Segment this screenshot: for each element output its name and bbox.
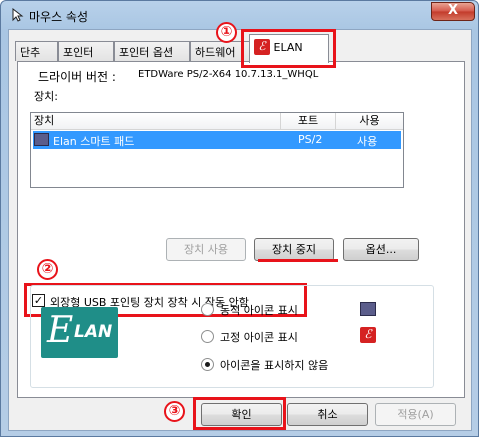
- tab-buttons[interactable]: 단추: [15, 41, 58, 61]
- marker-3: ③: [164, 401, 185, 422]
- mouse-monitor-icon: [360, 302, 376, 316]
- disable-device-button[interactable]: 장치 중지: [254, 238, 334, 261]
- marker-1: ①: [216, 22, 237, 43]
- cancel-button[interactable]: 취소: [287, 403, 368, 426]
- highlight-elan-tab: [241, 29, 336, 68]
- mouse-properties-window: 마우스 속성 X 단추 포인터 포인터 옵션 하드웨어 ℰ ELAN ① 드라이…: [0, 0, 479, 437]
- radio-dynamic-icon[interactable]: [201, 303, 214, 316]
- elan-icon: ℰ: [360, 327, 376, 343]
- mouse-pointer-icon: [12, 8, 24, 22]
- device-name: Elan 스마트 패드: [53, 135, 135, 148]
- radio-static-icon[interactable]: [201, 330, 214, 343]
- device-list-header: 장치 포트 사용: [31, 113, 403, 130]
- device-row[interactable]: Elan 스마트 패드 PS/2 사용: [33, 131, 401, 149]
- column-port[interactable]: 포트: [281, 113, 336, 130]
- options-button[interactable]: 옵션...: [343, 238, 419, 261]
- tab-pointer[interactable]: 포인터: [58, 41, 114, 61]
- tab-pointer-options[interactable]: 포인터 옵션: [114, 41, 190, 61]
- dynamic-icon-label: 동적 아이콘 표시: [220, 304, 298, 317]
- elan-logo-text: LAN: [74, 322, 113, 342]
- column-device[interactable]: 장치: [31, 113, 281, 130]
- close-button[interactable]: X: [431, 2, 475, 21]
- title-bar[interactable]: 마우스 속성 X: [1, 1, 478, 29]
- column-enabled[interactable]: 사용: [336, 113, 403, 130]
- static-icon-label: 고정 아이콘 표시: [220, 331, 298, 344]
- enable-device-button[interactable]: 장치 사용: [166, 238, 246, 261]
- device-port: PS/2: [298, 133, 323, 146]
- no-icon-label: 아이콘을 표시하지 않음: [220, 359, 329, 372]
- elan-logo: E LAN: [41, 307, 118, 358]
- marker-2: ②: [37, 259, 58, 280]
- devices-label: 장치:: [34, 90, 58, 103]
- device-enabled: 사용: [357, 135, 378, 148]
- driver-version-label: 드라이버 버전 :: [38, 70, 116, 84]
- highlight-ok-button: [193, 397, 286, 430]
- device-list[interactable]: 장치 포트 사용 Elan 스마트 패드 PS/2 사용: [30, 112, 404, 188]
- apply-button[interactable]: 적용(A): [375, 403, 456, 426]
- underline-disable-button: [258, 259, 338, 262]
- elan-logo-e: E: [47, 310, 74, 351]
- dialog-client: 단추 포인터 포인터 옵션 하드웨어 ℰ ELAN ① 드라이버 버전 : ET…: [8, 22, 472, 431]
- radio-no-icon[interactable]: [201, 358, 214, 371]
- window-title: 마우스 속성: [29, 10, 89, 24]
- touchpad-icon: [34, 133, 49, 146]
- driver-version-value: ETDWare PS/2-X64 10.7.13.1_WHQL: [138, 69, 319, 80]
